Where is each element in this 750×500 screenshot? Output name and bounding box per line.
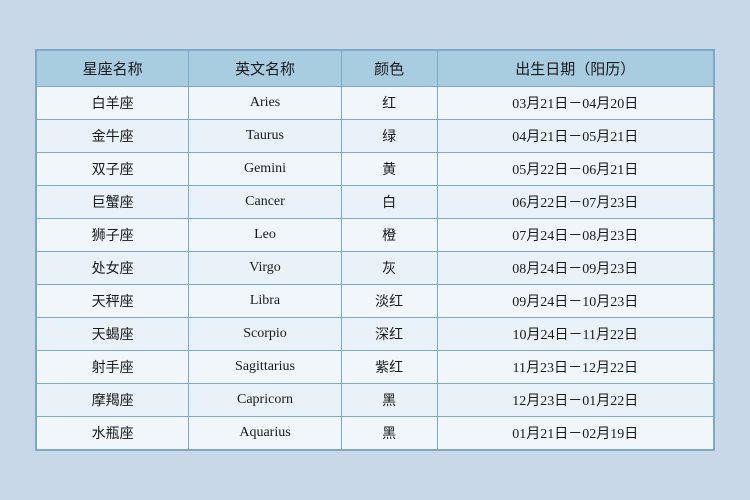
- table-row: 金牛座Taurus绿04月21日－05月21日: [37, 120, 714, 153]
- cell-chinese-name: 狮子座: [37, 219, 189, 252]
- table-row: 天蝎座Scorpio深红10月24日－11月22日: [37, 318, 714, 351]
- header-dates: 出生日期（阳历）: [437, 51, 713, 87]
- cell-dates: 10月24日－11月22日: [437, 318, 713, 351]
- table-row: 巨蟹座Cancer白06月22日－07月23日: [37, 186, 714, 219]
- cell-color: 橙: [341, 219, 437, 252]
- cell-dates: 09月24日－10月23日: [437, 285, 713, 318]
- cell-english-name: Libra: [189, 285, 341, 318]
- cell-chinese-name: 白羊座: [37, 87, 189, 120]
- cell-dates: 04月21日－05月21日: [437, 120, 713, 153]
- cell-english-name: Aries: [189, 87, 341, 120]
- cell-color: 黑: [341, 384, 437, 417]
- zodiac-table-container: 星座名称 英文名称 颜色 出生日期（阳历） 白羊座Aries红03月21日－04…: [35, 49, 715, 451]
- table-row: 处女座Virgo灰08月24日－09月23日: [37, 252, 714, 285]
- zodiac-table: 星座名称 英文名称 颜色 出生日期（阳历） 白羊座Aries红03月21日－04…: [36, 50, 714, 450]
- cell-english-name: Sagittarius: [189, 351, 341, 384]
- cell-chinese-name: 金牛座: [37, 120, 189, 153]
- cell-color: 紫红: [341, 351, 437, 384]
- cell-english-name: Capricorn: [189, 384, 341, 417]
- cell-color: 黑: [341, 417, 437, 450]
- cell-chinese-name: 处女座: [37, 252, 189, 285]
- cell-dates: 12月23日－01月22日: [437, 384, 713, 417]
- cell-chinese-name: 摩羯座: [37, 384, 189, 417]
- header-english-name: 英文名称: [189, 51, 341, 87]
- cell-chinese-name: 天秤座: [37, 285, 189, 318]
- cell-color: 淡红: [341, 285, 437, 318]
- cell-english-name: Scorpio: [189, 318, 341, 351]
- cell-dates: 01月21日－02月19日: [437, 417, 713, 450]
- cell-chinese-name: 射手座: [37, 351, 189, 384]
- table-row: 水瓶座Aquarius黑01月21日－02月19日: [37, 417, 714, 450]
- cell-color: 绿: [341, 120, 437, 153]
- cell-dates: 03月21日－04月20日: [437, 87, 713, 120]
- cell-english-name: Taurus: [189, 120, 341, 153]
- table-row: 白羊座Aries红03月21日－04月20日: [37, 87, 714, 120]
- cell-dates: 05月22日－06月21日: [437, 153, 713, 186]
- table-row: 摩羯座Capricorn黑12月23日－01月22日: [37, 384, 714, 417]
- cell-color: 白: [341, 186, 437, 219]
- cell-english-name: Aquarius: [189, 417, 341, 450]
- cell-chinese-name: 双子座: [37, 153, 189, 186]
- cell-dates: 11月23日－12月22日: [437, 351, 713, 384]
- table-row: 射手座Sagittarius紫红11月23日－12月22日: [37, 351, 714, 384]
- cell-english-name: Cancer: [189, 186, 341, 219]
- cell-dates: 06月22日－07月23日: [437, 186, 713, 219]
- table-body: 白羊座Aries红03月21日－04月20日金牛座Taurus绿04月21日－0…: [37, 87, 714, 450]
- table-header-row: 星座名称 英文名称 颜色 出生日期（阳历）: [37, 51, 714, 87]
- table-row: 天秤座Libra淡红09月24日－10月23日: [37, 285, 714, 318]
- header-color: 颜色: [341, 51, 437, 87]
- cell-english-name: Leo: [189, 219, 341, 252]
- cell-color: 黄: [341, 153, 437, 186]
- cell-chinese-name: 水瓶座: [37, 417, 189, 450]
- cell-english-name: Gemini: [189, 153, 341, 186]
- cell-dates: 07月24日－08月23日: [437, 219, 713, 252]
- cell-color: 灰: [341, 252, 437, 285]
- cell-dates: 08月24日－09月23日: [437, 252, 713, 285]
- table-row: 双子座Gemini黄05月22日－06月21日: [37, 153, 714, 186]
- cell-color: 红: [341, 87, 437, 120]
- cell-chinese-name: 天蝎座: [37, 318, 189, 351]
- header-chinese-name: 星座名称: [37, 51, 189, 87]
- cell-chinese-name: 巨蟹座: [37, 186, 189, 219]
- cell-english-name: Virgo: [189, 252, 341, 285]
- cell-color: 深红: [341, 318, 437, 351]
- table-row: 狮子座Leo橙07月24日－08月23日: [37, 219, 714, 252]
